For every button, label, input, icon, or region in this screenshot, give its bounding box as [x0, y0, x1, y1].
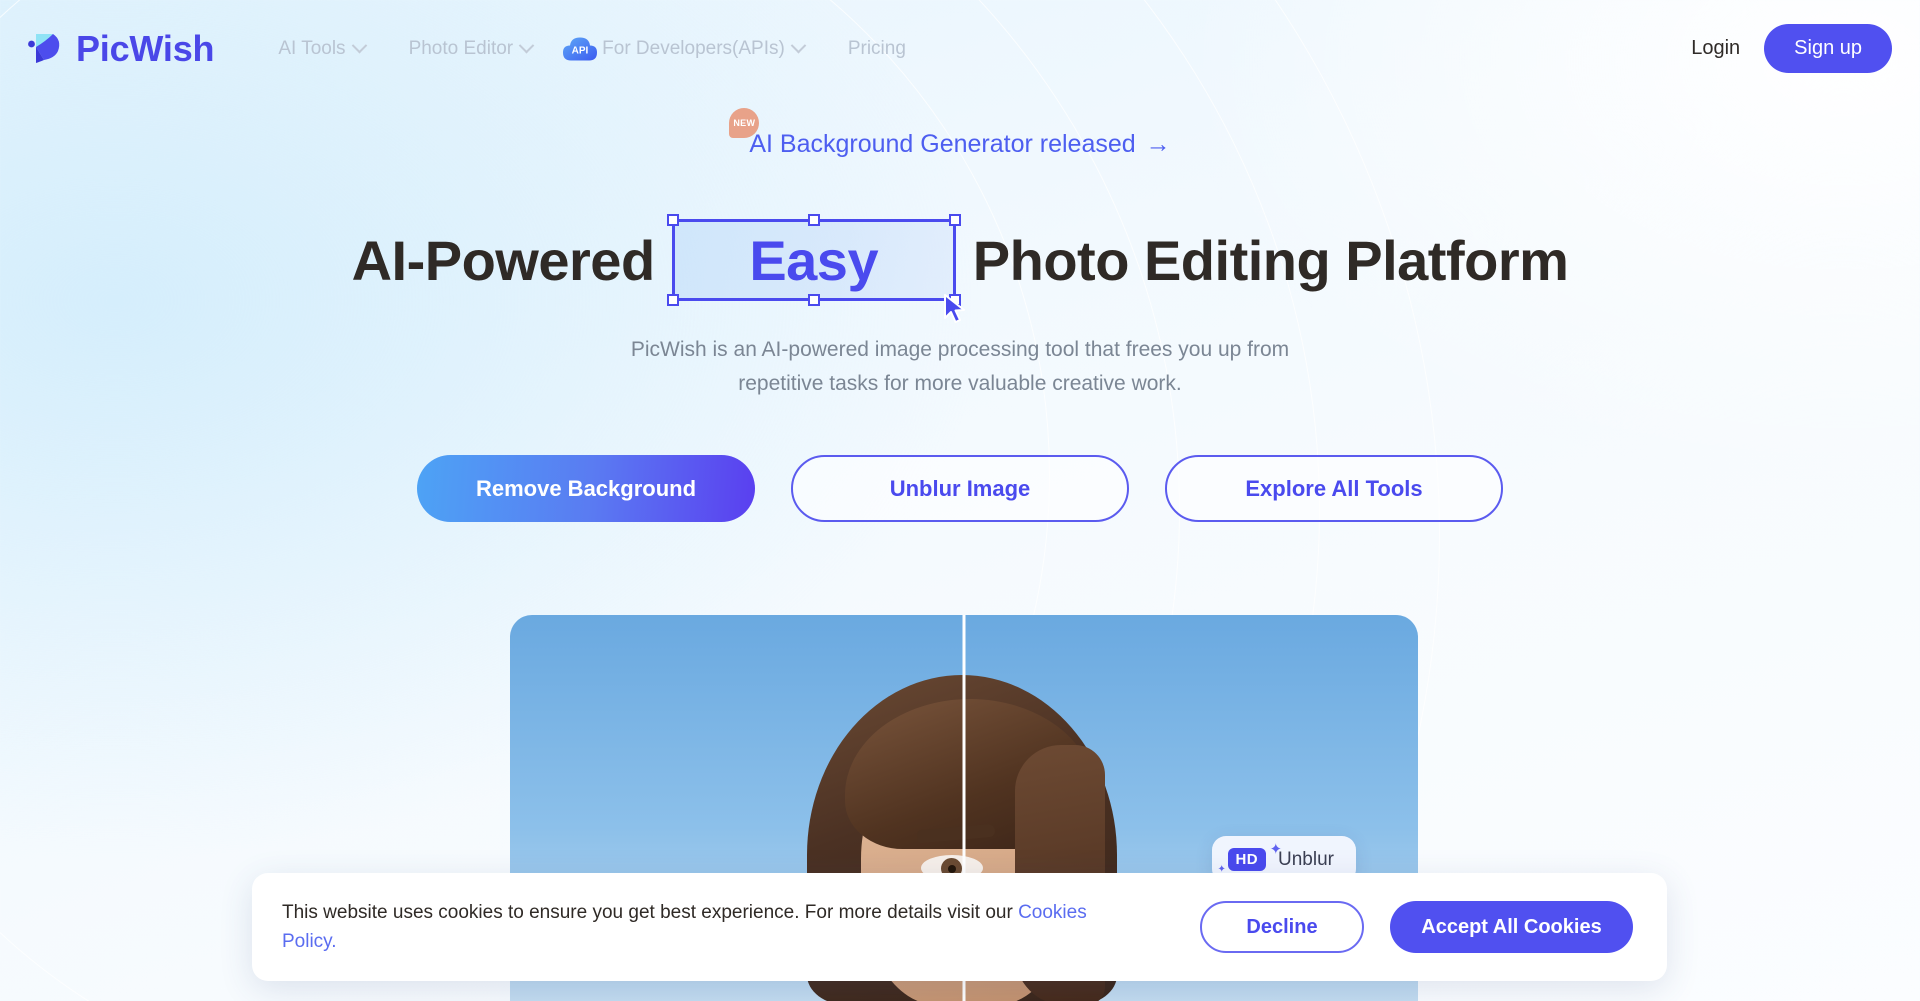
- nav-item-ai-tools[interactable]: AI Tools: [256, 38, 386, 60]
- arrow-right-icon: →: [1145, 130, 1171, 158]
- nav-label: AI Tools: [278, 37, 346, 59]
- nav-label: For Developers(APIs): [602, 37, 785, 59]
- pupil: [948, 865, 956, 873]
- hero-subtitle: PicWish is an AI-powered image processin…: [0, 333, 1920, 400]
- site-header: PicWish AI Tools Photo Editor API For De…: [0, 0, 1920, 97]
- nav-label: Pricing: [847, 37, 906, 59]
- subtitle-line-2: repetitive tasks for more valuable creat…: [738, 371, 1182, 395]
- resize-handle-bottom-left[interactable]: [666, 294, 679, 306]
- header-actions: Login Sign up: [1691, 24, 1892, 73]
- nav-item-pricing[interactable]: Pricing: [826, 38, 928, 60]
- chevron-down-icon: [790, 37, 807, 54]
- login-link[interactable]: Login: [1691, 37, 1740, 60]
- announcement-link[interactable]: NEW AI Background Generator released →: [729, 108, 1171, 159]
- main-nav: AI Tools Photo Editor API For Developers…: [256, 35, 928, 62]
- remove-background-button[interactable]: Remove Background: [417, 455, 755, 522]
- cookie-consent-banner: This website uses cookies to ensure you …: [252, 873, 1667, 981]
- hd-chip: HD: [1227, 848, 1267, 871]
- hero-heading: AI-Powered Easy Photo Editing Platform: [0, 210, 1920, 323]
- resize-handle-top-right[interactable]: [948, 214, 961, 226]
- resize-handle-top-middle[interactable]: [807, 214, 820, 226]
- logo[interactable]: PicWish: [22, 27, 215, 71]
- accept-all-cookies-button[interactable]: Accept All Cookies: [1390, 901, 1633, 953]
- unblur-badge-label: Unblur: [1278, 848, 1334, 870]
- announcement-bar: NEW AI Background Generator released →: [0, 108, 1920, 159]
- heading-part-two: Photo Editing Platform: [957, 228, 1569, 292]
- cookie-banner-actions: Decline Accept All Cookies: [1200, 901, 1633, 953]
- mouse-pointer-icon: [943, 294, 969, 324]
- resize-handle-bottom-middle[interactable]: [807, 294, 820, 306]
- explore-all-tools-button[interactable]: Explore All Tools: [1165, 455, 1503, 522]
- unblur-image-button[interactable]: Unblur Image: [791, 455, 1129, 522]
- selection-box[interactable]: Easy: [666, 214, 965, 323]
- svg-text:API: API: [572, 45, 589, 56]
- selected-word: Easy: [749, 228, 879, 292]
- announcement-text: AI Background Generator released: [749, 130, 1136, 158]
- subtitle-line-1: PicWish is an AI-powered image processin…: [630, 338, 1290, 361]
- sparkle-icon: ✦: [1269, 841, 1283, 858]
- picwish-logo-icon: [22, 27, 66, 71]
- api-cloud-icon: API: [562, 35, 598, 62]
- signup-button[interactable]: Sign up: [1764, 24, 1892, 73]
- resize-handle-top-left[interactable]: [666, 214, 679, 226]
- nav-label: Photo Editor: [408, 37, 514, 59]
- chevron-down-icon: [518, 37, 535, 54]
- hero-cta-row: Remove Background Unblur Image Explore A…: [0, 455, 1920, 522]
- cookie-text-body: This website uses cookies to ensure you …: [282, 901, 1019, 923]
- nav-item-photo-editor[interactable]: Photo Editor: [387, 38, 555, 60]
- logo-text: PicWish: [76, 27, 215, 69]
- cookie-banner-text: This website uses cookies to ensure you …: [282, 898, 1142, 957]
- decline-cookies-button[interactable]: Decline: [1200, 901, 1364, 953]
- nav-item-for-developers[interactable]: API For Developers(APIs): [554, 35, 826, 62]
- chevron-down-icon: [351, 37, 367, 54]
- heading-part-one: AI-Powered: [351, 228, 670, 292]
